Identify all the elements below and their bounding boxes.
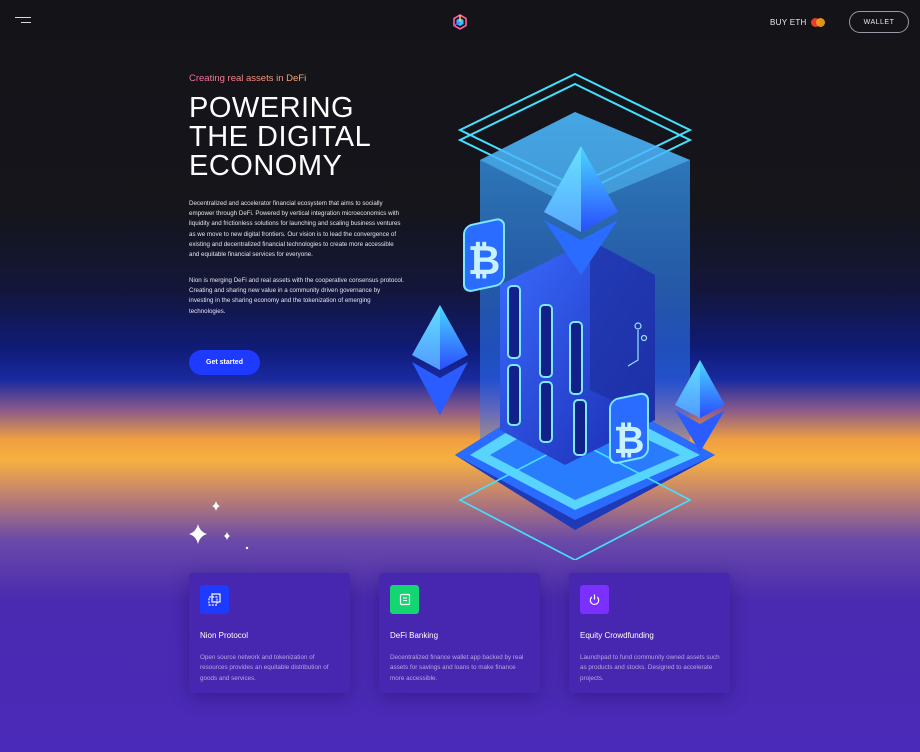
crypto-tower-illustration: ₿ ₿ (412, 72, 725, 560)
bitcoin-right-icon: ₿ (609, 392, 649, 464)
power-icon (580, 585, 609, 614)
buy-eth-link[interactable]: BUY ETH (770, 18, 825, 27)
hero-paragraph-2: Nion is merging DeFi and real assets wit… (189, 277, 404, 315)
card-title: Equity Crowdfunding (580, 631, 654, 640)
card-title: Nion Protocol (200, 631, 249, 640)
card-description: Decentralized finance wallet app backed … (390, 654, 524, 682)
svg-text:₿: ₿ (614, 418, 645, 462)
headline-line-3: ECONOMY (189, 150, 343, 182)
wallet-button[interactable]: WALLET (849, 11, 909, 33)
buy-eth-label: BUY ETH (770, 18, 807, 27)
sparkle-decoration (189, 501, 249, 550)
hero-paragraph-1: Decentralized and accelerator financial … (189, 200, 401, 259)
feature-card-equity-crowdfunding[interactable]: Equity Crowdfunding Launchpad to fund co… (569, 573, 730, 693)
wallet-icon (390, 585, 419, 614)
ethereum-left-icon (412, 305, 468, 415)
get-started-button[interactable]: Get started (189, 350, 260, 375)
card-description: Launchpad to fund community owned assets… (580, 654, 720, 682)
bitcoin-left-icon: ₿ (463, 218, 505, 292)
cube-logo-icon[interactable] (452, 14, 468, 30)
headline-line-1: POWERING (189, 92, 355, 124)
layers-icon (200, 585, 229, 614)
headline-line-2: THE DIGITAL (189, 121, 372, 153)
svg-text:₿: ₿ (468, 238, 501, 284)
feature-card-nion-protocol[interactable]: Nion Protocol Open source network and to… (189, 573, 350, 693)
hero-kicker: Creating real assets in DeFi (189, 73, 307, 84)
hero-headline: POWERING THE DIGITAL ECONOMY (189, 94, 419, 181)
top-bar: BUY ETH WALLET (0, 0, 920, 46)
feature-card-defi-banking[interactable]: DeFi Banking Decentralized finance walle… (379, 573, 540, 693)
card-title: DeFi Banking (390, 631, 439, 640)
hamburger-icon[interactable] (15, 17, 31, 25)
card-description: Open source network and tokenization of … (200, 654, 329, 682)
mastercard-icon (810, 18, 825, 27)
